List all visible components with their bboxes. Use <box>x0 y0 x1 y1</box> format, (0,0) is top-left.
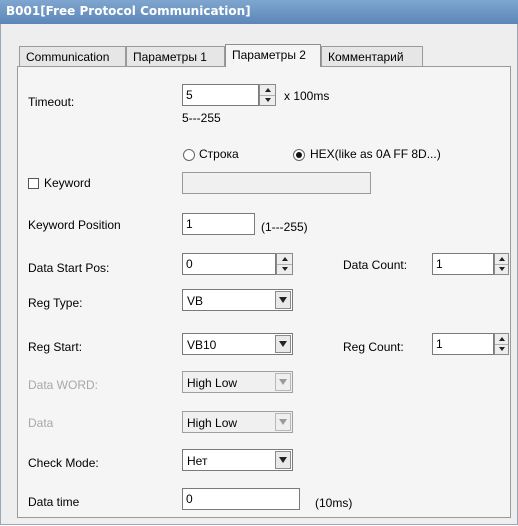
spin-down-icon[interactable] <box>260 95 275 105</box>
timeout-label: Timeout: <box>28 95 75 109</box>
reg-count-label: Reg Count: <box>343 340 404 354</box>
window-title: B001[Free Protocol Communication] <box>6 4 251 18</box>
keyword-position-label: Keyword Position <box>28 218 121 232</box>
radio-string[interactable] <box>183 149 195 161</box>
reg-count-spinner[interactable] <box>494 333 509 355</box>
data-start-pos-spinner[interactable] <box>276 253 293 275</box>
data-word-value: High Low <box>187 376 238 390</box>
tab-parameters-2[interactable]: Параметры 2 <box>225 44 321 67</box>
spin-down-icon[interactable] <box>495 344 508 354</box>
data-time-unit: (10ms) <box>315 496 353 510</box>
chevron-down-icon[interactable] <box>275 413 291 431</box>
keyword-input[interactable] <box>182 172 371 194</box>
check-mode-select[interactable]: Нет <box>182 449 293 471</box>
data-word-select[interactable]: High Low <box>182 371 293 393</box>
chevron-down-icon[interactable] <box>275 373 291 391</box>
data-count-label: Data Count: <box>343 258 408 272</box>
timeout-input[interactable]: 5 <box>182 84 259 106</box>
check-mode-label: Check Mode: <box>28 456 99 470</box>
data-count-spinner[interactable] <box>494 253 509 275</box>
check-mode-value: Нет <box>187 454 208 468</box>
data-time-input[interactable]: 0 <box>182 488 300 510</box>
data-count-input[interactable]: 1 <box>432 253 494 275</box>
tab-comment[interactable]: Комментарий <box>321 46 423 66</box>
reg-start-label: Reg Start: <box>28 340 83 354</box>
spin-down-icon[interactable] <box>277 264 292 274</box>
reg-start-select[interactable]: VB10 <box>182 333 293 355</box>
title-bar: B001[Free Protocol Communication] <box>0 0 518 25</box>
keyword-position-input[interactable]: 1 <box>182 213 255 235</box>
dialog-window: Communication Параметры 1 Параметры 2 Ко… <box>0 24 518 525</box>
chevron-down-icon[interactable] <box>275 291 291 309</box>
timeout-spinner[interactable] <box>259 84 276 106</box>
data-label: Data <box>28 416 54 430</box>
tab-panel: Timeout: 5 x 100ms 5---255 Строка HEX(li… <box>17 66 511 518</box>
timeout-range: 5---255 <box>182 111 221 125</box>
reg-start-value: VB10 <box>187 338 217 352</box>
data-start-pos-input[interactable]: 0 <box>182 253 276 275</box>
data-value: High Low <box>187 416 238 430</box>
spin-down-icon[interactable] <box>495 264 508 274</box>
reg-type-select[interactable]: VB <box>182 289 293 311</box>
tab-communication[interactable]: Communication <box>19 46 126 66</box>
data-start-pos-label: Data Start Pos: <box>28 261 110 275</box>
keyword-checkbox[interactable] <box>28 178 39 189</box>
keyword-label: Keyword <box>44 176 91 190</box>
reg-type-value: VB <box>187 294 204 308</box>
radio-string-label: Строка <box>199 147 239 161</box>
reg-type-label: Reg Type: <box>28 296 83 310</box>
data-word-label: Data WORD: <box>28 378 99 392</box>
chevron-down-icon[interactable] <box>275 335 291 353</box>
chevron-down-icon[interactable] <box>275 451 291 469</box>
radio-hex[interactable] <box>293 149 305 161</box>
reg-count-input[interactable]: 1 <box>432 333 494 355</box>
keyword-position-range: (1---255) <box>261 220 308 234</box>
tab-parameters-1[interactable]: Параметры 1 <box>126 46 225 66</box>
data-time-label: Data time <box>28 495 80 509</box>
data-select[interactable]: High Low <box>182 411 293 433</box>
timeout-unit: x 100ms <box>284 89 330 103</box>
radio-hex-label: HEX(like as 0A FF 8D...) <box>310 147 441 161</box>
